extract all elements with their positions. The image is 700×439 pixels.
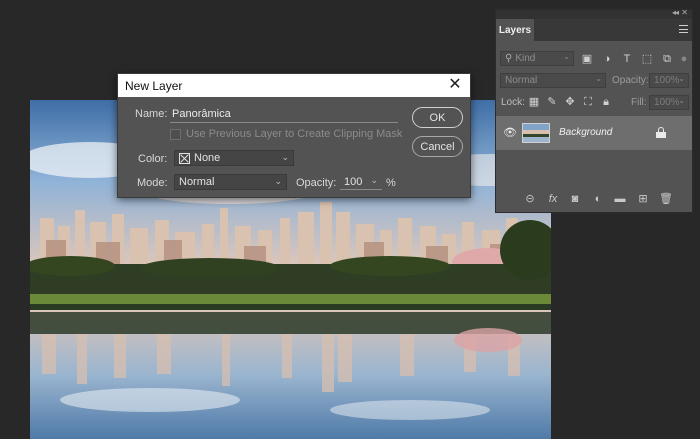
mask-icon[interactable]: ◙ [569, 193, 581, 205]
layers-panel: ◂◂ ✕ Layers ⚲ Kind ⌄ ▣ ◑ T ⬚ ⧉ ● Normal … [495, 8, 693, 213]
clipping-mask-checkbox[interactable] [170, 128, 181, 140]
name-label: Name: [135, 108, 168, 120]
no-color-swatch-icon [179, 152, 190, 164]
opacity-input[interactable]: 100 ⌄ [340, 174, 382, 190]
chevron-down-icon: ⌄ [678, 74, 685, 83]
chevron-down-icon: ⌄ [274, 176, 282, 186]
close-panel-icon[interactable]: ✕ [681, 8, 688, 17]
fill-input[interactable]: 100% ⌄ [649, 95, 689, 110]
lock-artboard-icon[interactable]: ⛶ [582, 96, 594, 108]
link-icon[interactable]: ⊝ [524, 193, 536, 205]
blend-mode-value: Normal [505, 75, 538, 86]
filter-toggle-icon[interactable]: ● [678, 53, 690, 65]
opacity-unit: % [386, 177, 396, 189]
adjustment-icon[interactable]: ◐ [592, 193, 604, 205]
fill-value: 100% [654, 97, 680, 108]
search-icon: ⚲ [505, 53, 513, 64]
lock-label: Lock: [501, 97, 525, 108]
panel-opacity-input[interactable]: 100% ⌄ [649, 73, 689, 88]
cancel-button[interactable]: Cancel [412, 136, 463, 157]
blend-row: Normal ⌄ Opacity: 100% ⌄ [496, 70, 692, 92]
mode-select[interactable]: Normal ⌄ [174, 174, 287, 190]
opacity-label: Opacity: [296, 177, 337, 189]
collapse-panel-icon[interactable]: ◂◂ [672, 8, 679, 17]
close-icon[interactable]: ✕ [446, 76, 464, 94]
tab-layers[interactable]: Layers [496, 19, 534, 41]
filter-kind-select[interactable]: ⚲ Kind ⌄ [500, 51, 574, 66]
chevron-down-icon: ⌄ [595, 74, 602, 83]
panel-opacity-value: 100% [654, 75, 680, 86]
blend-mode-select[interactable]: Normal ⌄ [500, 73, 606, 88]
ok-button[interactable]: OK [412, 107, 463, 128]
mode-select-value: Normal [179, 176, 215, 188]
dialog-titlebar[interactable]: New Layer ✕ [118, 74, 470, 97]
panel-tabbar: Layers [496, 19, 692, 41]
filter-kind-value: Kind [515, 53, 536, 64]
color-select-value: None [194, 152, 221, 164]
layers-bottom-bar: ⊝ fx ◙ ◐ ▬ ⊞ 🗑︎ [496, 186, 692, 212]
layer-name-input[interactable]: Panorâmica [170, 107, 398, 123]
lock-transparent-pixels-icon[interactable]: ▦ [528, 96, 540, 108]
clipping-mask-option[interactable]: Use Previous Layer to Create Clipping Ma… [170, 128, 402, 140]
trash-icon[interactable]: 🗑︎ [659, 193, 673, 205]
dialog-title: New Layer [125, 78, 183, 93]
chevron-down-icon: ⌄ [678, 96, 685, 105]
lock-row: Lock: ▦ ✎ ✥ ⛶ 🔒︎ Fill: 100% ⌄ [496, 92, 692, 114]
fill-label: Fill: [631, 97, 647, 108]
chevron-down-icon[interactable]: ⌄ [370, 175, 378, 186]
clipping-mask-label: Use Previous Layer to Create Clipping Ma… [186, 128, 403, 140]
lock-image-pixels-icon[interactable]: ✎ [546, 96, 558, 108]
folder-icon[interactable]: ▬ [614, 193, 626, 205]
color-label: Color: [138, 153, 168, 165]
panel-menu-icon[interactable] [679, 25, 688, 33]
pixel-filter-icon[interactable]: ▣ [581, 53, 593, 65]
chevron-down-icon: ⌄ [281, 152, 289, 162]
opacity-value: 100 [344, 175, 363, 188]
type-filter-icon[interactable]: T [621, 53, 633, 65]
layer-lock-icon[interactable] [656, 127, 666, 138]
new-layer-dialog: New Layer ✕ Name: Panorâmica Use Previou… [117, 73, 471, 198]
layer-thumbnail [522, 123, 550, 143]
eye-icon[interactable]: 👁︎ [503, 127, 517, 139]
panel-opacity-label: Opacity: [612, 75, 649, 86]
layer-row-background[interactable]: 👁︎ Background [496, 116, 692, 150]
lock-position-icon[interactable]: ✥ [564, 96, 576, 108]
color-select[interactable]: None ⌄ [174, 150, 294, 166]
smart-object-filter-icon[interactable]: ⧉ [661, 53, 673, 65]
shape-filter-icon[interactable]: ⬚ [641, 53, 653, 65]
adjustment-filter-icon[interactable]: ◑ [601, 53, 613, 65]
layer-name[interactable]: Background [559, 127, 612, 138]
new-layer-icon[interactable]: ⊞ [637, 193, 649, 205]
chevron-down-icon: ⌄ [563, 52, 570, 61]
mode-label: Mode: [137, 177, 168, 189]
lock-all-icon[interactable]: 🔒︎ [600, 96, 612, 108]
panel-header-strip: ◂◂ ✕ [496, 8, 692, 19]
fx-icon[interactable]: fx [547, 193, 559, 205]
filter-row: ⚲ Kind ⌄ ▣ ◑ T ⬚ ⧉ ● [496, 48, 692, 70]
